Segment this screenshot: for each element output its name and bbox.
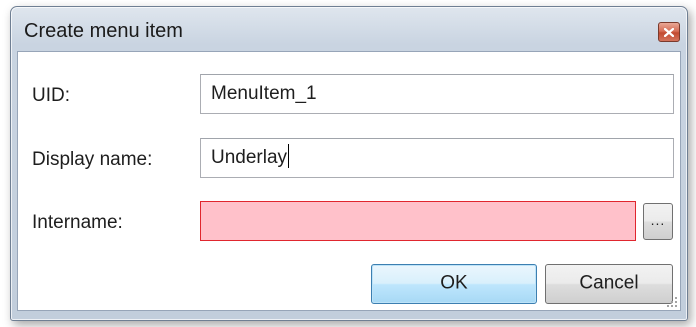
close-icon [664,27,674,37]
display-name-label: Display name: [32,149,153,170]
display-name-field[interactable]: Underlay [200,138,674,178]
resize-grip-icon[interactable] [664,294,678,308]
browse-button[interactable]: ... [643,203,673,240]
intername-field[interactable] [200,201,636,241]
ok-button[interactable]: OK [371,264,537,304]
create-menu-item-dialog: Create menu item UID: MenuItem_1 Display… [10,6,688,321]
desktop: Create menu item UID: MenuItem_1 Display… [0,0,696,327]
cancel-button-label: Cancel [579,272,639,294]
cancel-button[interactable]: Cancel [545,264,673,304]
uid-value: MenuItem_1 [211,83,317,104]
text-caret [288,144,290,168]
ok-button-label: OK [440,272,468,294]
intername-label: Intername: [32,212,123,233]
dialog-title: Create menu item [24,20,183,42]
browse-button-label: ... [650,212,666,228]
uid-field[interactable]: MenuItem_1 [200,74,674,114]
display-name-value: Underlay [211,147,288,168]
close-button[interactable] [658,22,680,42]
dialog-body: UID: MenuItem_1 Display name: Underlay I… [17,51,681,311]
title-bar[interactable]: Create menu item [11,7,687,51]
uid-label: UID: [32,85,70,106]
